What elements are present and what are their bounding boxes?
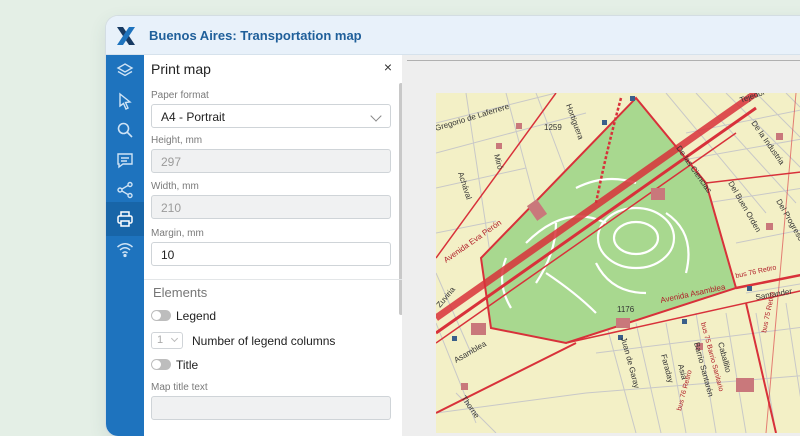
search-icon[interactable] xyxy=(115,120,135,140)
width-field: 210 xyxy=(151,195,391,219)
map-preview[interactable]: Gregorio de Laferrere Hortiguera Miró Ac… xyxy=(436,93,800,433)
chevron-down-icon xyxy=(370,110,382,122)
height-field: 297 xyxy=(151,149,391,173)
print-icon[interactable] xyxy=(106,202,144,236)
map-number: 1259 xyxy=(544,123,562,132)
layers-icon[interactable] xyxy=(115,61,135,81)
divider xyxy=(144,279,402,280)
title-label: Title xyxy=(176,358,199,372)
paper-format-label: Paper format xyxy=(151,90,209,101)
map-number: 1176 xyxy=(617,305,635,314)
share-icon[interactable] xyxy=(115,180,135,200)
print-frame xyxy=(407,60,800,61)
legend-columns-value: 1 xyxy=(157,334,164,346)
legend-label: Legend xyxy=(176,309,217,323)
margin-label: Margin, mm xyxy=(151,228,204,239)
app-window: Buenos Aires: Transportation map Print m… xyxy=(106,16,800,436)
title-toggle[interactable] xyxy=(151,359,171,370)
panel-title: Print map xyxy=(151,61,211,77)
app-logo-icon xyxy=(117,27,135,45)
cursor-icon[interactable] xyxy=(115,91,135,111)
tool-sidebar xyxy=(106,55,144,436)
paper-format-select[interactable]: A4 - Portrait xyxy=(151,104,391,128)
legend-toggle[interactable] xyxy=(151,310,171,321)
panel-header: Print map × xyxy=(144,55,402,81)
map-title-label: Map title text xyxy=(151,382,208,393)
close-icon[interactable]: × xyxy=(384,59,392,75)
width-label: Width, mm xyxy=(151,181,199,192)
wifi-icon[interactable] xyxy=(115,239,135,259)
height-label: Height, mm xyxy=(151,135,203,146)
comment-icon[interactable] xyxy=(115,150,135,170)
print-panel: Print map × Paper format A4 - Portrait H… xyxy=(144,55,403,436)
title-bar: Buenos Aires: Transportation map xyxy=(106,16,800,55)
elements-heading: Elements xyxy=(153,285,208,300)
app-title: Buenos Aires: Transportation map xyxy=(149,28,362,43)
paper-format-value: A4 - Portrait xyxy=(161,110,226,124)
legend-columns-label: Number of legend columns xyxy=(192,334,336,348)
legend-columns-select[interactable]: 1 xyxy=(151,332,183,349)
margin-field[interactable]: 10 xyxy=(151,242,391,266)
chevron-down-icon xyxy=(170,334,179,343)
